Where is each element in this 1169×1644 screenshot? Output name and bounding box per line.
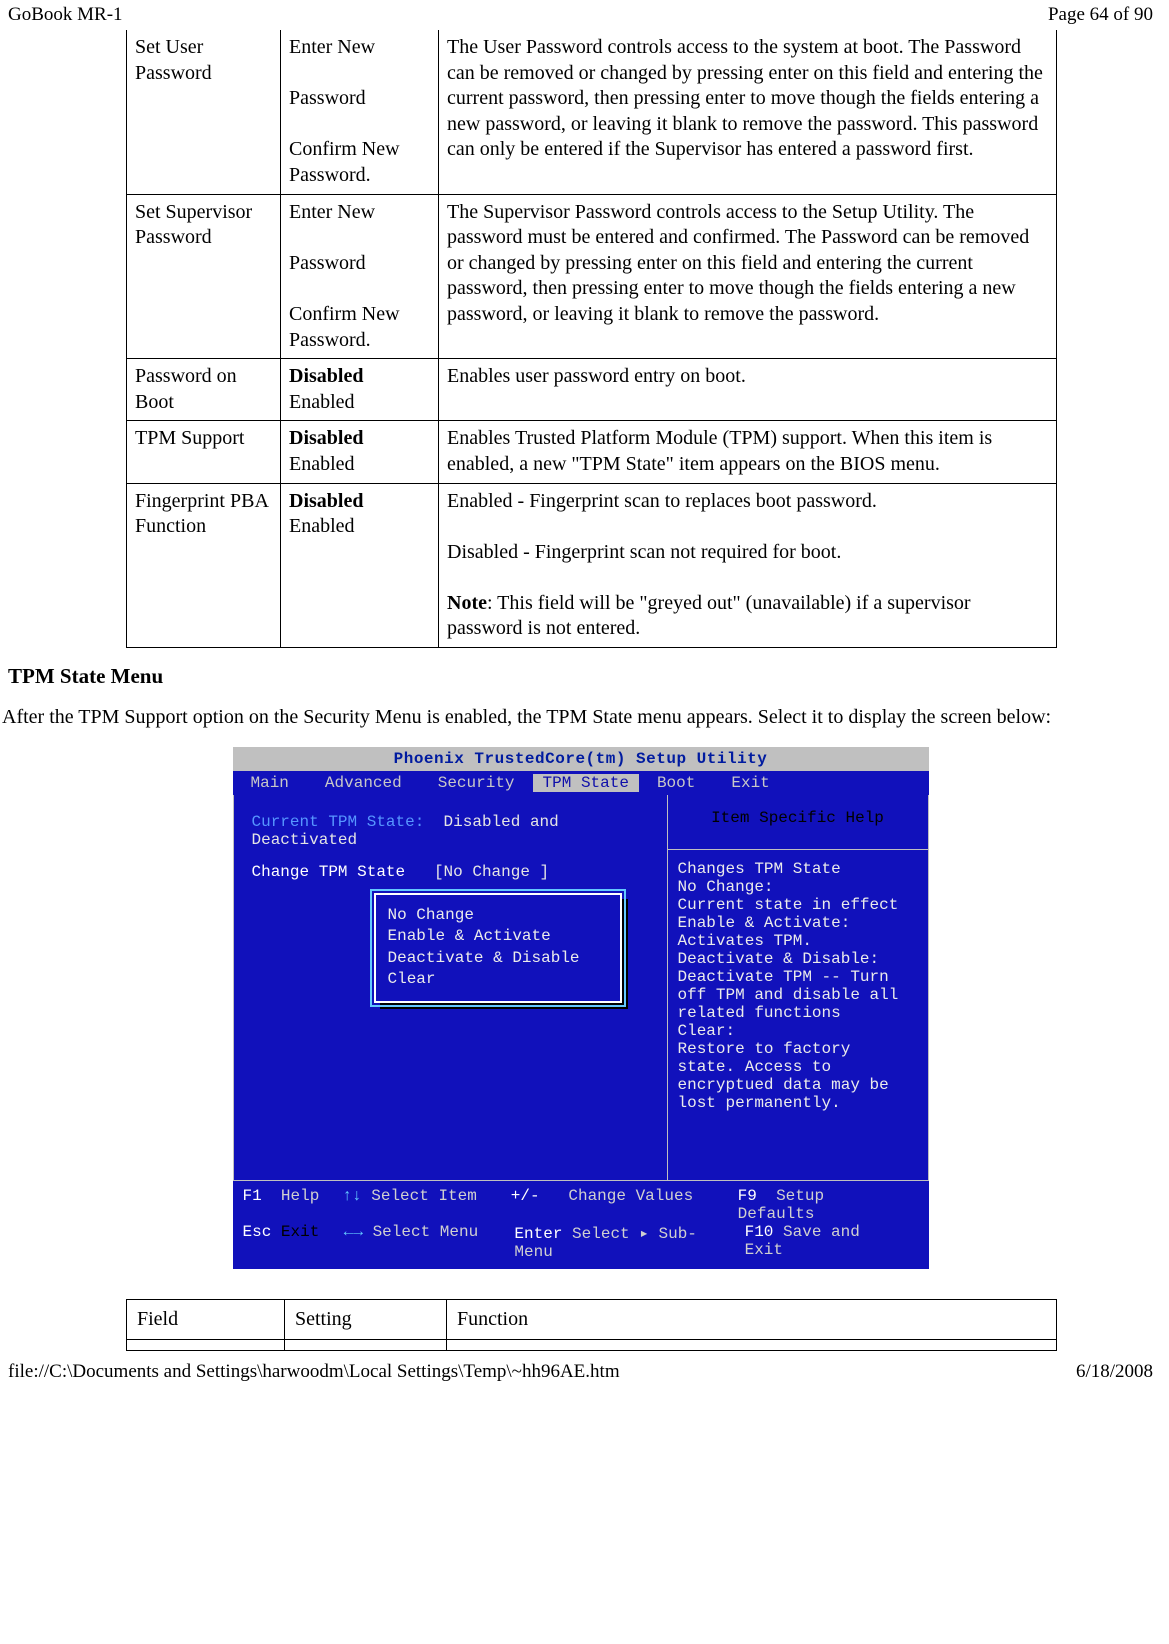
help-line: state. Access to	[678, 1058, 918, 1076]
help-line: Deactivate TPM -- Turn	[678, 968, 918, 986]
col-header: Setting	[285, 1299, 447, 1339]
help-line: encryptued data may be	[678, 1076, 918, 1094]
document-page: GoBook MR-1 Page 64 of 90 Set User Passw…	[0, 0, 1169, 1387]
cell-function: Enabled - Fingerprint scan to replaces b…	[439, 483, 1057, 648]
bios-menu-item-active[interactable]: TPM State	[533, 774, 639, 792]
popup-option[interactable]: Enable & Activate	[388, 926, 608, 948]
header-left: GoBook MR-1	[8, 4, 123, 26]
key-hint: F9	[738, 1187, 757, 1205]
tpm-state-table: Field Setting Function	[126, 1299, 1057, 1351]
bios-window: Phoenix TrustedCore(tm) Setup Utility Ma…	[233, 747, 929, 1269]
popup-option[interactable]: Deactivate & Disable	[388, 948, 608, 970]
help-line: Current state in effect	[678, 896, 918, 914]
bios-popup-menu[interactable]: No Change Enable & Activate Deactivate &…	[374, 893, 622, 1003]
help-line: off TPM and disable all	[678, 986, 918, 1004]
footer-right: 6/18/2008	[1076, 1361, 1153, 1383]
help-line: Changes TPM State	[678, 860, 918, 878]
col-header: Field	[127, 1299, 285, 1339]
bios-menu-item[interactable]: Exit	[713, 774, 787, 792]
cell-function: Enables user password entry on boot.	[439, 359, 1057, 421]
key-hint: +/-	[511, 1187, 540, 1205]
bios-menu-item[interactable]: Advanced	[307, 774, 420, 792]
bios-menu-bar: Main Advanced Security TPM State Boot Ex…	[233, 771, 929, 795]
bios-field-label: Current TPM State:	[252, 813, 425, 831]
bios-screenshot: Phoenix TrustedCore(tm) Setup Utility Ma…	[0, 747, 1161, 1269]
help-line: Enable & Activate:	[678, 914, 918, 932]
help-line: Restore to factory	[678, 1040, 918, 1058]
help-line: Deactivate & Disable:	[678, 950, 918, 968]
table-row: TPM Support DisabledEnabled Enables Trus…	[127, 421, 1057, 483]
table-row: Set User Password Enter NewPasswordConfi…	[127, 30, 1057, 194]
cell-setting: Enter NewPasswordConfirm New Password.	[281, 194, 439, 359]
help-line: lost permanently.	[678, 1094, 918, 1112]
arrow-icon: ←→	[344, 1223, 363, 1241]
help-line: Activates TPM.	[678, 932, 918, 950]
bios-menu-item[interactable]: Boot	[639, 774, 713, 792]
arrow-icon: ↑↓	[342, 1187, 361, 1205]
cell-setting: DisabledEnabled	[281, 421, 439, 483]
cell-setting: DisabledEnabled	[281, 483, 439, 648]
table-row: Password on Boot DisabledEnabled Enables…	[127, 359, 1057, 421]
help-line: related functions	[678, 1004, 918, 1022]
page-footer: file://C:\Documents and Settings\harwood…	[0, 1361, 1161, 1383]
bios-field-value[interactable]: [No Change ]	[434, 863, 549, 881]
header-right: Page 64 of 90	[1048, 4, 1153, 26]
help-line: Clear:	[678, 1022, 918, 1040]
heading-text: TPM State Menu	[8, 664, 163, 688]
popup-option[interactable]: No Change	[388, 905, 608, 927]
cell-function: The Supervisor Password controls access …	[439, 194, 1057, 359]
bios-footer: F1 Help ↑↓ Select Item +/- Change Values…	[233, 1181, 929, 1269]
security-options-table: Set User Password Enter NewPasswordConfi…	[126, 30, 1057, 648]
popup-option[interactable]: Clear	[388, 969, 608, 991]
cell-setting: Enter NewPasswordConfirm New Password.	[281, 30, 439, 194]
cell-field: Fingerprint PBA Function	[127, 483, 281, 648]
table-header-row: Field Setting Function	[127, 1299, 1057, 1339]
cell-field: Set Supervisor Password	[127, 194, 281, 359]
key-hint: F10	[745, 1223, 774, 1241]
cell-setting: DisabledEnabled	[281, 359, 439, 421]
cell-field: Password on Boot	[127, 359, 281, 421]
page-header: GoBook MR-1 Page 64 of 90	[0, 4, 1161, 26]
bios-field-label: Change TPM State	[252, 863, 406, 881]
cell-function: Enables Trusted Platform Module (TPM) su…	[439, 421, 1057, 483]
bios-title: Phoenix TrustedCore(tm) Setup Utility	[233, 747, 929, 771]
cell-function: The User Password controls access to the…	[439, 30, 1057, 194]
footer-left: file://C:\Documents and Settings\harwood…	[8, 1361, 620, 1383]
bios-help-pane: Item Specific Help Changes TPM State No …	[668, 795, 929, 1181]
content: Set User Password Enter NewPasswordConfi…	[0, 30, 1161, 1351]
help-line: No Change:	[678, 878, 918, 896]
col-header: Function	[447, 1299, 1057, 1339]
key-hint: F1	[243, 1187, 262, 1205]
section-heading: TPM State Menu	[8, 664, 1153, 689]
section-paragraph: After the TPM Support option on the Secu…	[2, 705, 1153, 731]
help-title: Item Specific Help	[678, 809, 918, 827]
bios-menu-item[interactable]: Main	[233, 774, 307, 792]
table-row-empty	[127, 1339, 1057, 1350]
table-row: Set Supervisor Password Enter NewPasswor…	[127, 194, 1057, 359]
table-row: Fingerprint PBA Function DisabledEnabled…	[127, 483, 1057, 648]
cell-field: Set User Password	[127, 30, 281, 194]
key-hint: Esc	[243, 1223, 272, 1241]
bios-body: Current TPM State: Disabled and Deactiva…	[233, 795, 929, 1181]
key-hint: Enter	[514, 1225, 562, 1243]
cell-field: TPM Support	[127, 421, 281, 483]
bios-menu-item[interactable]: Security	[420, 774, 533, 792]
bios-left-pane: Current TPM State: Disabled and Deactiva…	[233, 795, 668, 1181]
